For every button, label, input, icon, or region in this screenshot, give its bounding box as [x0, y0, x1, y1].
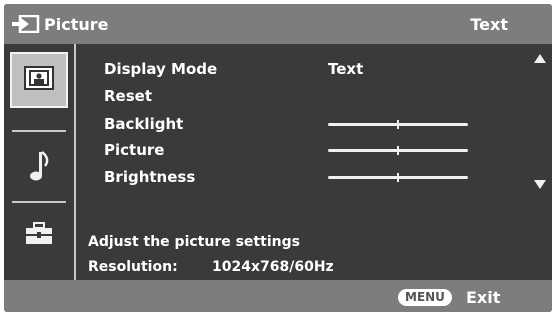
menu-item-brightness[interactable]: Brightness [104, 168, 195, 186]
menu-item-display-mode[interactable]: Display Mode [104, 60, 217, 78]
sidebar-item-setup[interactable] [10, 212, 68, 260]
menu-item-label: Display Mode [104, 60, 218, 78]
sidebar-item-picture[interactable] [10, 52, 68, 108]
menu-button[interactable]: MENU [398, 289, 452, 306]
music-note-icon [27, 149, 51, 187]
scroll-down-arrow-icon[interactable] [534, 180, 546, 189]
resolution-label: Resolution: [88, 259, 178, 275]
menu-item-label: Picture [104, 141, 165, 159]
scroll-up-arrow-icon[interactable] [534, 54, 546, 63]
sidebar-divider [12, 130, 66, 132]
footer-bar: MENU Exit [4, 280, 552, 312]
page-title: Picture [44, 15, 109, 34]
slider-marker [397, 146, 399, 155]
sidebar-item-sound[interactable] [10, 144, 68, 192]
display-mode-value: Text [328, 60, 364, 78]
brightness-slider[interactable] [328, 173, 468, 182]
menu-item-picture[interactable]: Picture [104, 141, 164, 159]
menu-item-label: Reset [104, 87, 152, 105]
picture-slider[interactable] [328, 146, 468, 155]
header-bar: Picture Text [4, 4, 552, 44]
menu-item-label: Brightness [104, 168, 196, 186]
resolution-value: 1024x768/60Hz [212, 259, 334, 275]
sidebar [4, 44, 74, 280]
exit-label: Exit [466, 288, 501, 307]
help-description: Adjust the picture settings [88, 234, 300, 250]
menu-panel: Display Mode Text Reset Backlight Pictur… [76, 44, 552, 280]
input-icon [12, 14, 40, 37]
current-mode-label: Text [470, 15, 508, 34]
backlight-slider[interactable] [328, 120, 468, 129]
toolbox-icon [24, 222, 54, 250]
menu-item-backlight[interactable]: Backlight [104, 115, 183, 133]
slider-marker [397, 173, 399, 182]
menu-item-reset[interactable]: Reset [104, 87, 152, 105]
osd-window: Picture Text Display Mode Text Reset Bac… [4, 4, 552, 312]
sidebar-divider [12, 201, 66, 203]
picture-icon [24, 66, 54, 94]
menu-item-label: Backlight [104, 115, 184, 133]
slider-marker [397, 120, 399, 129]
